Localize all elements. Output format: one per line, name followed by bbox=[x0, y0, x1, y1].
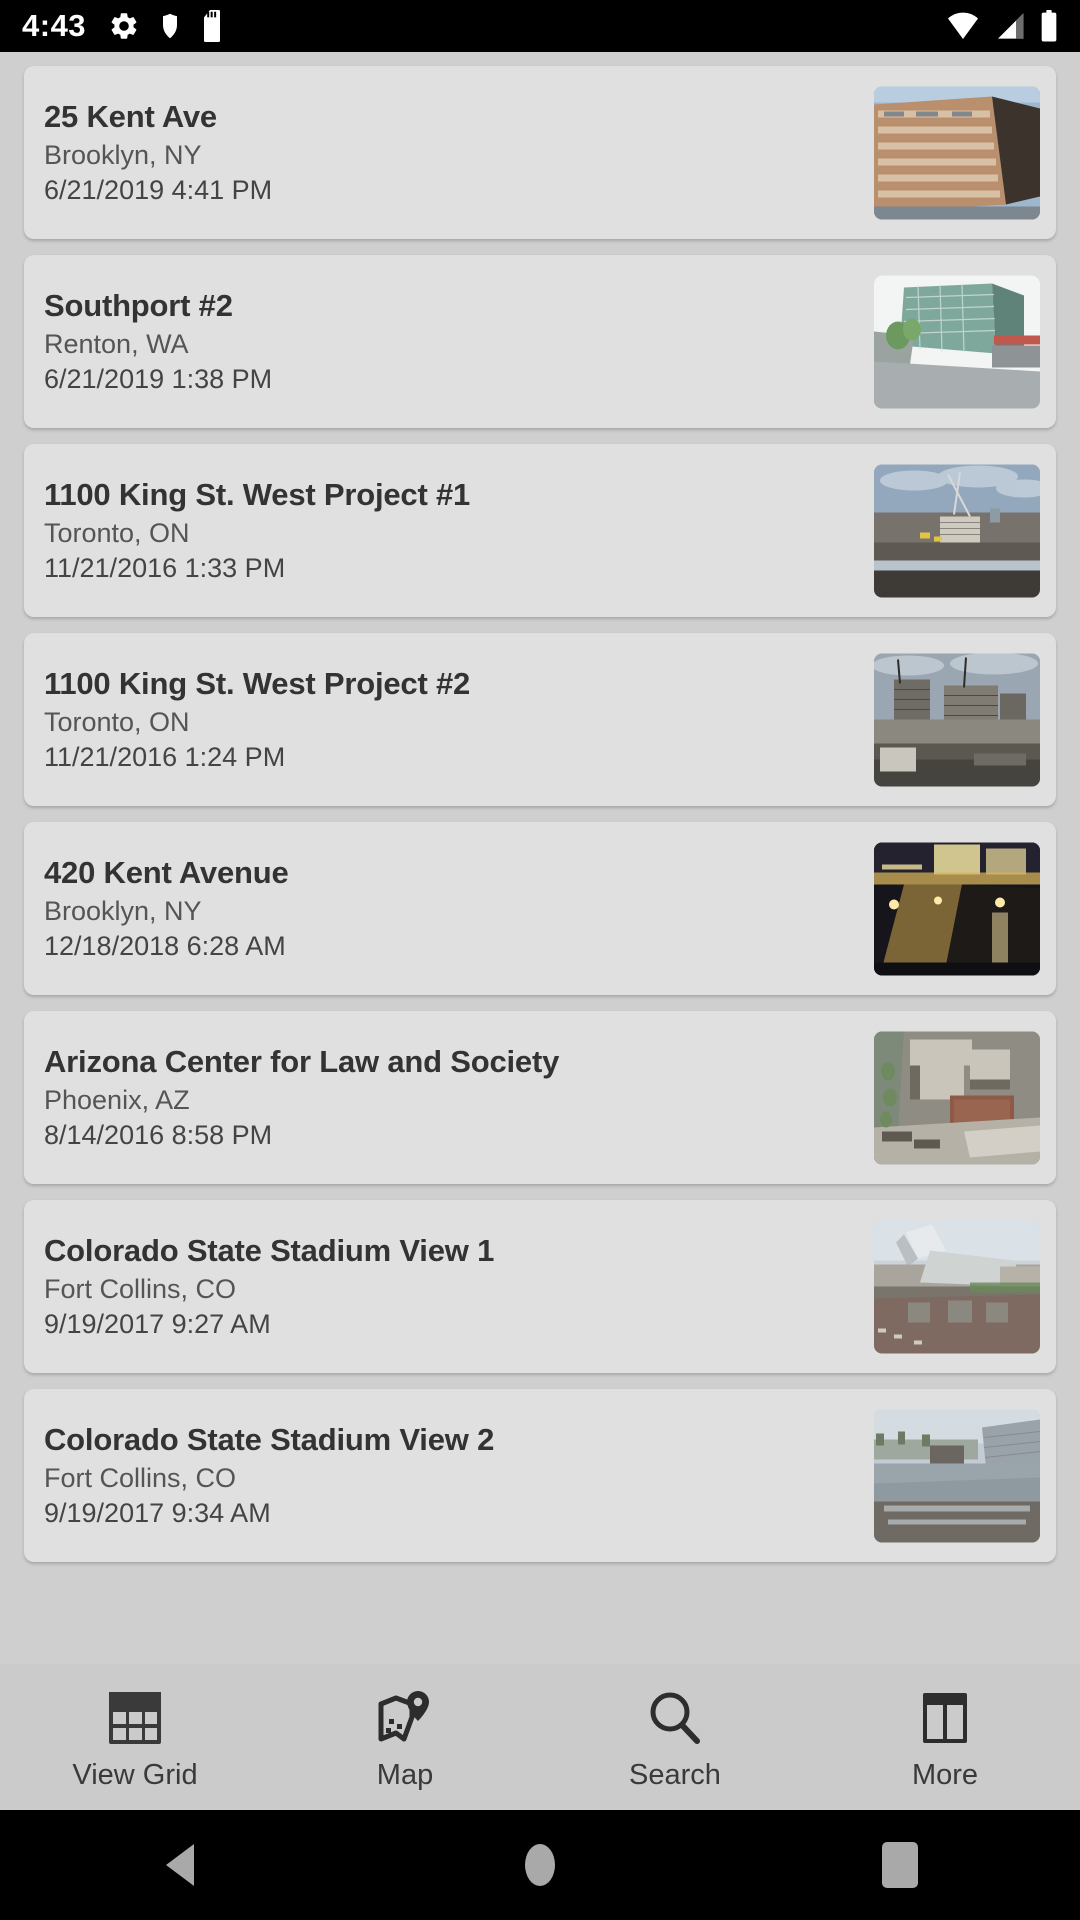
tab-label-more: More bbox=[911, 1758, 979, 1791]
list-item-thumbnail[interactable] bbox=[874, 653, 1040, 786]
list-item-title: 420 Kent Avenue bbox=[44, 854, 289, 890]
list-item-text: 25 Kent Ave Brooklyn, NY 6/21/2019 4:41 … bbox=[44, 98, 644, 206]
list-item-datetime: 9/19/2017 9:27 AM bbox=[44, 1308, 271, 1339]
nav-back-button[interactable] bbox=[0, 1844, 360, 1886]
app-root: 4:43 25 Kent Ave Brooklyn, NY 6/21/2019 … bbox=[0, 0, 1080, 1920]
tab-search[interactable]: Search bbox=[540, 1664, 810, 1810]
grid-icon bbox=[100, 1683, 170, 1753]
list-item-thumbnail[interactable] bbox=[874, 86, 1040, 219]
list-item-thumbnail[interactable] bbox=[874, 842, 1040, 975]
list-item-title: 1100 King St. West Project #1 bbox=[44, 476, 471, 512]
list-item-title: Colorado State Stadium View 1 bbox=[44, 1232, 495, 1268]
list-item-location: Phoenix, AZ bbox=[44, 1084, 190, 1115]
recents-square-icon bbox=[882, 1842, 918, 1888]
panels-icon bbox=[910, 1683, 980, 1753]
status-bar: 4:43 bbox=[0, 0, 1080, 52]
list-item-datetime: 6/21/2019 4:41 PM bbox=[44, 174, 273, 205]
list-item-text: Southport #2 Renton, WA 6/21/2019 1:38 P… bbox=[44, 287, 644, 395]
list-item-title: 1100 King St. West Project #2 bbox=[44, 665, 471, 701]
list-item-thumbnail[interactable] bbox=[874, 1031, 1040, 1164]
list-item-location: Toronto, ON bbox=[44, 517, 190, 548]
list-item-datetime: 11/21/2016 1:24 PM bbox=[44, 741, 286, 772]
battery-icon bbox=[1041, 10, 1057, 42]
list-item-location: Renton, WA bbox=[44, 328, 189, 359]
map-pin-icon bbox=[370, 1683, 440, 1753]
wifi-icon bbox=[948, 12, 978, 39]
list-item-location: Toronto, ON bbox=[44, 706, 190, 737]
tab-label-map: Map bbox=[376, 1758, 434, 1791]
list-item-text: 420 Kent Avenue Brooklyn, NY 12/18/2018 … bbox=[44, 854, 644, 962]
tab-label-search: Search bbox=[629, 1758, 721, 1791]
shield-icon bbox=[163, 13, 178, 39]
list-item-datetime: 12/18/2018 6:28 AM bbox=[44, 930, 286, 961]
list-item[interactable]: Colorado State Stadium View 2 Fort Colli… bbox=[24, 1389, 1056, 1562]
list-item-location: Fort Collins, CO bbox=[44, 1273, 237, 1304]
status-bar-right-icons bbox=[946, 10, 1058, 42]
list-item-text: Colorado State Stadium View 2 Fort Colli… bbox=[44, 1421, 644, 1529]
tab-map[interactable]: Map bbox=[270, 1664, 540, 1810]
list-item-thumbnail[interactable] bbox=[874, 464, 1040, 597]
list-item-title: 25 Kent Ave bbox=[44, 98, 217, 134]
list-item-location: Fort Collins, CO bbox=[44, 1462, 237, 1493]
list-item-datetime: 9/19/2017 9:34 AM bbox=[44, 1497, 271, 1528]
list-item-thumbnail[interactable] bbox=[874, 275, 1040, 408]
list-item-datetime: 11/21/2016 1:33 PM bbox=[44, 552, 286, 583]
status-bar-left-icons bbox=[108, 10, 224, 42]
gear-icon bbox=[111, 13, 137, 39]
list-item[interactable]: 420 Kent Avenue Brooklyn, NY 12/18/2018 … bbox=[24, 822, 1056, 995]
list-item-title: Southport #2 bbox=[44, 287, 233, 323]
list-item[interactable]: 1100 King St. West Project #2 Toronto, O… bbox=[24, 633, 1056, 806]
list-item[interactable]: Arizona Center for Law and Society Phoen… bbox=[24, 1011, 1056, 1184]
sd-card-icon bbox=[204, 10, 221, 42]
project-list[interactable]: 25 Kent Ave Brooklyn, NY 6/21/2019 4:41 … bbox=[0, 52, 1080, 1664]
home-circle-icon bbox=[525, 1844, 555, 1886]
back-triangle-icon bbox=[166, 1844, 194, 1886]
list-item-datetime: 8/14/2016 8:58 PM bbox=[44, 1119, 273, 1150]
list-item-text: 1100 King St. West Project #1 Toronto, O… bbox=[44, 476, 644, 584]
cellular-signal-icon bbox=[998, 13, 1024, 39]
list-item[interactable]: 1100 King St. West Project #1 Toronto, O… bbox=[24, 444, 1056, 617]
android-navigation-bar bbox=[0, 1810, 1080, 1920]
list-item[interactable]: Southport #2 Renton, WA 6/21/2019 1:38 P… bbox=[24, 255, 1056, 428]
list-item-location: Brooklyn, NY bbox=[44, 895, 202, 926]
list-item-thumbnail[interactable] bbox=[874, 1409, 1040, 1542]
list-item-thumbnail[interactable] bbox=[874, 1220, 1040, 1353]
list-item-datetime: 6/21/2019 1:38 PM bbox=[44, 363, 273, 394]
nav-home-button[interactable] bbox=[360, 1844, 720, 1886]
tab-label-view-grid: View Grid bbox=[72, 1758, 198, 1791]
list-item-title: Arizona Center for Law and Society bbox=[44, 1043, 560, 1079]
list-item-text: Arizona Center for Law and Society Phoen… bbox=[44, 1043, 644, 1151]
list-item-title: Colorado State Stadium View 2 bbox=[44, 1421, 495, 1457]
list-item[interactable]: Colorado State Stadium View 1 Fort Colli… bbox=[24, 1200, 1056, 1373]
list-item[interactable]: 25 Kent Ave Brooklyn, NY 6/21/2019 4:41 … bbox=[24, 66, 1056, 239]
tab-view-grid[interactable]: View Grid bbox=[0, 1664, 270, 1810]
tab-more[interactable]: More bbox=[810, 1664, 1080, 1810]
search-icon bbox=[640, 1683, 710, 1753]
status-bar-clock: 4:43 bbox=[22, 8, 87, 43]
list-item-location: Brooklyn, NY bbox=[44, 139, 202, 170]
bottom-tab-bar: View Grid Map Search More bbox=[0, 1664, 1080, 1810]
nav-recents-button[interactable] bbox=[720, 1842, 1080, 1888]
list-item-text: Colorado State Stadium View 1 Fort Colli… bbox=[44, 1232, 644, 1340]
list-item-text: 1100 King St. West Project #2 Toronto, O… bbox=[44, 665, 644, 773]
